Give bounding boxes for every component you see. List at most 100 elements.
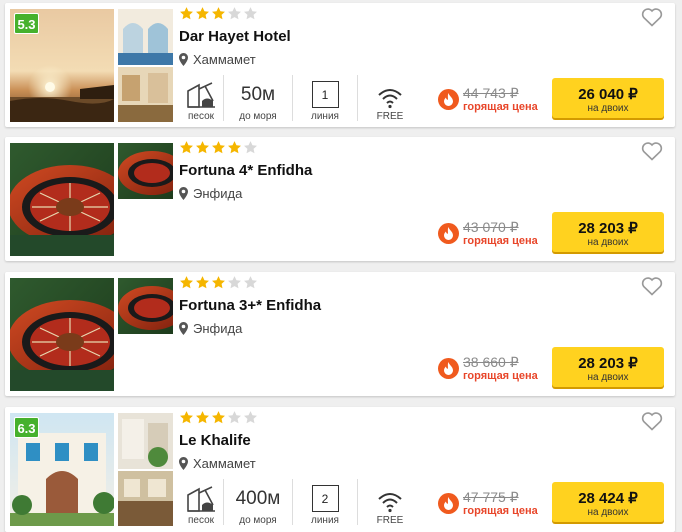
distance-label: до моря [239, 515, 277, 526]
star-rating [179, 410, 259, 426]
hotel-thumb-photo[interactable] [118, 143, 173, 199]
price-value: 28 424 ₽ [578, 489, 638, 507]
hot-price-label: горящая цена [463, 235, 538, 247]
hotel-location: Хаммамет [179, 456, 256, 471]
location-text: Хаммамет [193, 456, 256, 471]
feature-beach-label: песок [187, 111, 215, 122]
hotel-name[interactable]: Dar Hayet Hotel [179, 28, 291, 45]
hotel-name[interactable]: Fortuna 3+* Enfidha [179, 297, 321, 314]
star-empty-icon [228, 411, 241, 424]
heart-icon[interactable] [641, 411, 663, 431]
hotel-card[interactable]: Fortuna 3+* Enfidha Энфида 38 660 ₽ горя… [5, 272, 675, 396]
line-number: 2 [311, 485, 339, 512]
hotel-card[interactable]: Fortuna 4* Enfidha Энфида 43 070 ₽ горящ… [5, 137, 675, 261]
map-pin-icon [179, 322, 188, 335]
distance-value: 400м [235, 488, 281, 509]
sand-beach-icon [187, 82, 215, 108]
star-filled-icon [180, 141, 193, 154]
price-button[interactable]: 28 203 ₽ на двоих [552, 347, 664, 387]
star-empty-icon [244, 411, 257, 424]
star-rating [179, 140, 259, 156]
star-filled-icon [196, 276, 209, 289]
hotel-thumb-photo[interactable] [118, 67, 173, 122]
star-filled-icon [212, 141, 225, 154]
old-price: 38 660 ₽ [463, 354, 519, 370]
star-filled-icon [212, 276, 225, 289]
hotel-thumb-photo[interactable] [118, 9, 173, 65]
sand-beach-icon [187, 486, 215, 512]
star-rating [179, 275, 259, 291]
location-text: Энфида [193, 186, 243, 201]
map-pin-icon [179, 53, 188, 66]
star-filled-icon [180, 276, 193, 289]
location-text: Хаммамет [193, 52, 256, 67]
fire-icon [438, 89, 459, 110]
hotel-thumb-photo[interactable] [118, 413, 173, 469]
hotel-location: Хаммамет [179, 52, 256, 67]
star-filled-icon [180, 7, 193, 20]
old-price: 43 070 ₽ [463, 219, 519, 235]
hotel-thumb-photo[interactable] [118, 471, 173, 526]
feature-distance: 50м до моря [224, 73, 292, 123]
price-subtitle: на двоих [587, 371, 629, 383]
hotel-thumb-photo[interactable] [118, 278, 173, 334]
rating-badge: 5.3 [14, 13, 39, 34]
line-label: линия [311, 515, 339, 526]
hot-price-label: горящая цена [463, 505, 538, 517]
hotel-main-photo[interactable] [10, 143, 114, 256]
wifi-icon [378, 493, 402, 513]
hot-price-block: 47 775 ₽ горящая цена [438, 489, 538, 518]
star-filled-icon [196, 7, 209, 20]
distance-value: 50м [240, 84, 276, 105]
price-button[interactable]: 28 203 ₽ на двоих [552, 212, 664, 252]
heart-icon[interactable] [641, 7, 663, 27]
price-value: 28 203 ₽ [578, 219, 638, 237]
hotel-card[interactable]: 6.3 Le Khalife Хаммамет песок 400м до мо… [5, 407, 675, 532]
hotel-name[interactable]: Le Khalife [179, 432, 251, 449]
heart-icon[interactable] [641, 276, 663, 296]
price-value: 28 203 ₽ [578, 354, 638, 372]
star-empty-icon [244, 141, 257, 154]
hotel-location: Энфида [179, 321, 242, 336]
price-subtitle: на двоих [587, 506, 629, 518]
location-text: Энфида [193, 321, 243, 336]
hotel-location: Энфида [179, 186, 242, 201]
hot-price-block: 44 743 ₽ горящая цена [438, 85, 538, 114]
hotel-features: песок 50м до моря 1 линия FREE [179, 73, 422, 123]
fire-icon [438, 358, 459, 379]
wifi-icon [378, 89, 402, 109]
star-empty-icon [244, 276, 257, 289]
feature-wifi: FREE [358, 477, 422, 527]
price-subtitle: на двоих [587, 236, 629, 248]
price-button[interactable]: 28 424 ₽ на двоих [552, 482, 664, 522]
hotel-name[interactable]: Fortuna 4* Enfidha [179, 162, 312, 179]
hotel-thumb-photo[interactable] [118, 336, 173, 391]
star-empty-icon [228, 7, 241, 20]
star-filled-icon [196, 141, 209, 154]
fire-icon [438, 493, 459, 514]
price-value: 26 040 ₽ [578, 85, 638, 103]
star-filled-icon [196, 411, 209, 424]
hotel-card[interactable]: 5.3 Dar Hayet Hotel Хаммамет песок 50м д… [5, 3, 675, 127]
feature-beach: песок [179, 73, 223, 123]
distance-label: до моря [239, 111, 277, 122]
old-price: 47 775 ₽ [463, 489, 519, 505]
feature-wifi: FREE [358, 73, 422, 123]
hotel-main-photo[interactable] [10, 278, 114, 391]
feature-beach: песок [179, 477, 223, 527]
hotel-features: песок 400м до моря 2 линия FREE [179, 477, 422, 527]
star-rating [179, 6, 259, 22]
line-label: линия [311, 111, 339, 122]
hotel-thumb-photo[interactable] [118, 201, 173, 256]
old-price: 44 743 ₽ [463, 85, 519, 101]
hot-price-block: 38 660 ₽ горящая цена [438, 354, 538, 383]
star-filled-icon [212, 411, 225, 424]
price-button[interactable]: 26 040 ₽ на двоих [552, 78, 664, 118]
star-empty-icon [244, 7, 257, 20]
feature-distance: 400м до моря [224, 477, 292, 527]
price-subtitle: на двоих [587, 102, 629, 114]
hot-price-block: 43 070 ₽ горящая цена [438, 219, 538, 248]
map-pin-icon [179, 457, 188, 470]
heart-icon[interactable] [641, 141, 663, 161]
star-filled-icon [228, 141, 241, 154]
